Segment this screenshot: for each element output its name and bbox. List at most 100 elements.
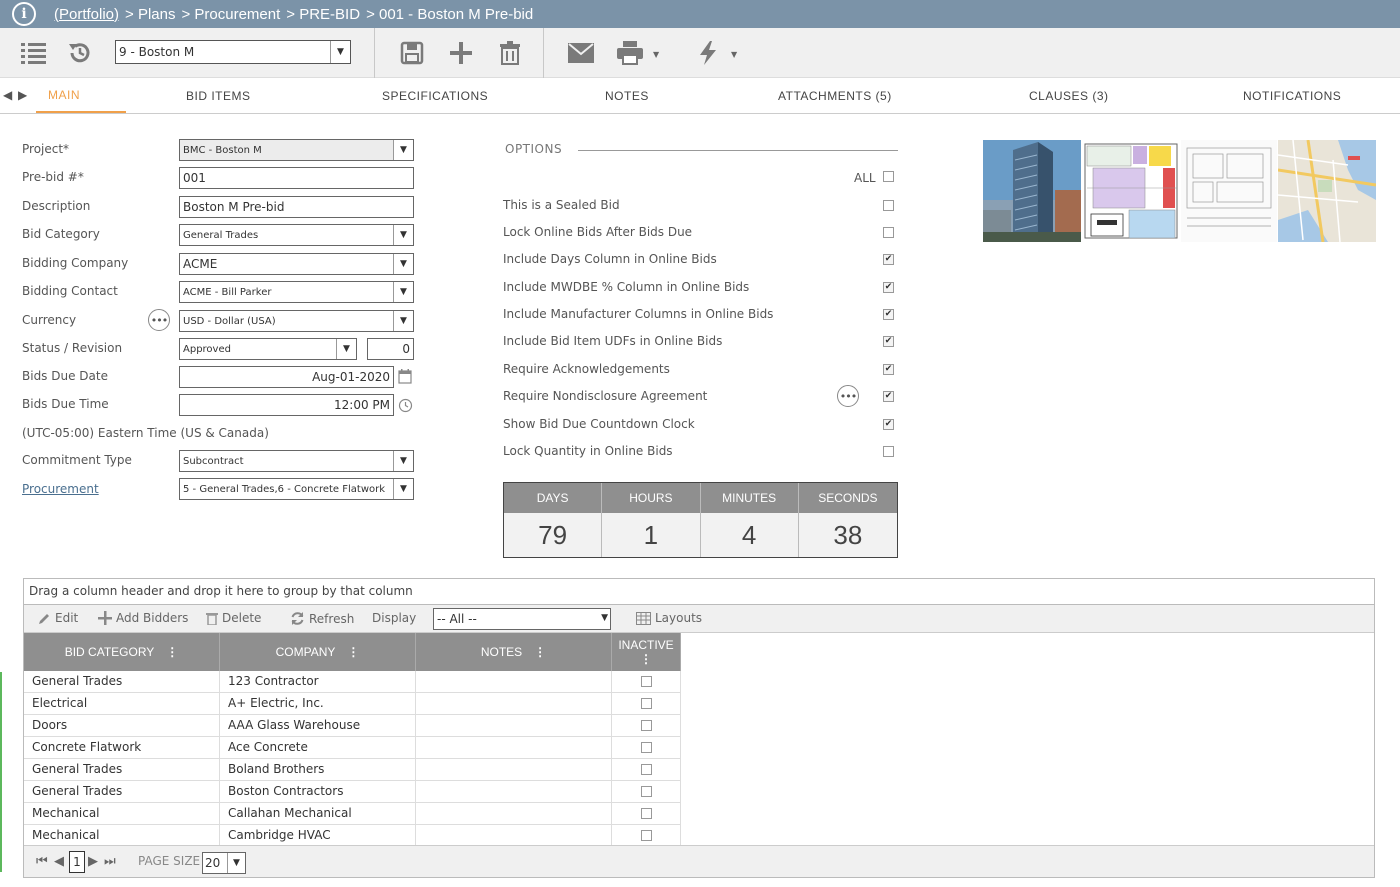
breadcrumb-procurement[interactable]: > Procurement — [181, 6, 280, 23]
column-header-bid-category[interactable]: BID CATEGORY ⋮ — [24, 633, 220, 671]
status-select[interactable]: Approved ▼ — [179, 338, 357, 360]
column-menu-icon[interactable]: ⋮ — [534, 645, 546, 659]
attachment-thumbnail-building[interactable] — [983, 140, 1081, 242]
nda-more-icon[interactable]: ••• — [837, 385, 859, 407]
tab-scroll-right-icon[interactable]: ▶ — [18, 88, 27, 102]
bidding-company-select[interactable]: ACME ▼ — [179, 253, 414, 275]
breadcrumb-portfolio[interactable]: (Portfolio) — [54, 6, 119, 23]
list-icon[interactable] — [19, 38, 49, 68]
table-row[interactable]: General Trades 123 Contractor — [24, 671, 681, 693]
bidding-contact-select[interactable]: ACME - Bill Parker ▼ — [179, 281, 414, 303]
delete-button[interactable]: Delete — [206, 611, 261, 625]
save-icon[interactable] — [397, 38, 427, 68]
pencil-icon — [39, 613, 49, 624]
currency-select[interactable]: USD - Dollar (USA) ▼ — [179, 310, 414, 332]
page-size-select[interactable]: 20 ▼ — [202, 852, 246, 874]
inactive-checkbox[interactable] — [640, 676, 652, 687]
option-checkbox[interactable] — [883, 227, 894, 238]
clock-icon[interactable] — [398, 398, 413, 416]
table-row[interactable]: General Trades Boland Brothers — [24, 759, 681, 781]
add-icon[interactable] — [446, 38, 476, 68]
option-checkbox[interactable]: ✔ — [883, 254, 894, 265]
table-row[interactable]: Doors AAA Glass Warehouse — [24, 715, 681, 737]
inactive-checkbox[interactable] — [640, 698, 652, 709]
bids-due-date-input[interactable]: Aug-01-2020 — [179, 366, 394, 388]
column-header-inactive[interactable]: INACTIVE ⋮ — [612, 633, 681, 671]
print-icon[interactable] — [615, 38, 645, 68]
page-size-label: PAGE SIZE — [138, 854, 201, 868]
layouts-button[interactable]: Layouts — [636, 611, 702, 625]
inactive-cell — [612, 803, 681, 824]
option-checkbox[interactable]: ✔ — [883, 309, 894, 320]
refresh-button[interactable]: Refresh — [290, 611, 354, 626]
column-menu-icon[interactable]: ⋮ — [347, 645, 359, 659]
tab-attachments[interactable]: ATTACHMENTS (5) — [778, 78, 892, 113]
page-number-input[interactable]: 1 — [69, 851, 85, 873]
inactive-checkbox[interactable] — [640, 764, 652, 775]
attachment-thumbnail-drawing[interactable] — [1181, 140, 1279, 242]
actions-dropdown-icon[interactable]: ▼ — [731, 50, 737, 59]
table-row[interactable]: Mechanical Cambridge HVAC — [24, 825, 681, 847]
first-page-icon[interactable]: ⏮ — [36, 854, 48, 869]
table-row[interactable]: Concrete Flatwork Ace Concrete — [24, 737, 681, 759]
lightning-icon[interactable] — [693, 38, 723, 68]
option-checkbox[interactable] — [883, 446, 894, 457]
project-select[interactable]: BMC - Boston M ▼ — [179, 139, 414, 161]
column-header-company[interactable]: COMPANY ⋮ — [220, 633, 416, 671]
option-label: Lock Quantity in Online Bids — [503, 444, 673, 458]
option-checkbox[interactable]: ✔ — [883, 336, 894, 347]
print-dropdown-icon[interactable]: ▼ — [653, 50, 659, 59]
tab-main[interactable]: MAIN — [36, 78, 126, 113]
inactive-checkbox[interactable] — [640, 830, 652, 841]
countdown-minutes: MINUTES 4 — [700, 483, 799, 557]
bids-due-time-input[interactable]: 12:00 PM — [179, 394, 394, 416]
column-menu-icon[interactable]: ⋮ — [640, 652, 652, 666]
commitment-type-select[interactable]: Subcontract ▼ — [179, 450, 414, 472]
column-menu-icon[interactable]: ⋮ — [166, 645, 178, 659]
tab-scroll-left-icon[interactable]: ◀ — [3, 88, 12, 102]
last-page-icon[interactable]: ⏭ — [104, 854, 116, 869]
tab-bid-items[interactable]: BID ITEMS — [186, 78, 251, 113]
all-checkbox[interactable] — [883, 171, 894, 182]
tab-notes[interactable]: NOTES — [605, 78, 649, 113]
bid-category-select[interactable]: General Trades ▼ — [179, 224, 414, 246]
info-icon[interactable]: i — [12, 2, 36, 26]
description-input[interactable]: Boston M Pre-bid — [179, 196, 414, 218]
procurement-select[interactable]: 5 - General Trades,6 - Concrete Flatwork… — [179, 478, 414, 500]
option-checkbox[interactable]: ✔ — [883, 364, 894, 375]
record-select[interactable]: 9 - Boston M ▼ — [115, 40, 351, 64]
tab-notifications[interactable]: NOTIFICATIONS — [1243, 78, 1341, 113]
group-by-hint[interactable]: Drag a column header and drop it here to… — [24, 579, 1374, 605]
attachment-thumbnail-floorplan[interactable] — [1083, 140, 1181, 242]
attachment-thumbnail-map[interactable] — [1278, 140, 1376, 242]
tab-clauses[interactable]: CLAUSES (3) — [1029, 78, 1109, 113]
column-header-notes[interactable]: NOTES ⋮ — [416, 633, 612, 671]
option-checkbox[interactable]: ✔ — [883, 419, 894, 430]
table-row[interactable]: General Trades Boston Contractors — [24, 781, 681, 803]
edit-button[interactable]: Edit — [38, 611, 78, 625]
prebid-number-input[interactable]: 001 — [179, 167, 414, 189]
breadcrumb-plans[interactable]: > Plans — [125, 6, 175, 23]
email-icon[interactable] — [566, 38, 596, 68]
inactive-checkbox[interactable] — [640, 786, 652, 797]
breadcrumb-prebid[interactable]: > PRE-BID — [286, 6, 360, 23]
prev-page-icon[interactable]: ◀ — [54, 854, 64, 869]
add-bidders-button[interactable]: Add Bidders — [98, 611, 188, 625]
inactive-checkbox[interactable] — [640, 742, 652, 753]
option-checkbox[interactable]: ✔ — [883, 391, 894, 402]
calendar-icon[interactable] — [398, 369, 412, 387]
history-icon[interactable] — [65, 38, 95, 68]
display-select[interactable]: -- All -- ▼ — [433, 608, 611, 630]
option-checkbox[interactable] — [883, 200, 894, 211]
procurement-link[interactable]: Procurement — [22, 482, 99, 496]
revision-input[interactable]: 0 — [367, 338, 414, 360]
table-row[interactable]: Mechanical Callahan Mechanical — [24, 803, 681, 825]
tab-specifications[interactable]: SPECIFICATIONS — [382, 78, 488, 113]
currency-more-icon[interactable]: ••• — [148, 309, 170, 331]
option-checkbox[interactable]: ✔ — [883, 282, 894, 293]
inactive-checkbox[interactable] — [640, 720, 652, 731]
inactive-checkbox[interactable] — [640, 808, 652, 819]
trash-icon[interactable] — [495, 38, 525, 68]
next-page-icon[interactable]: ▶ — [88, 854, 98, 869]
table-row[interactable]: Electrical A+ Electric, Inc. — [24, 693, 681, 715]
